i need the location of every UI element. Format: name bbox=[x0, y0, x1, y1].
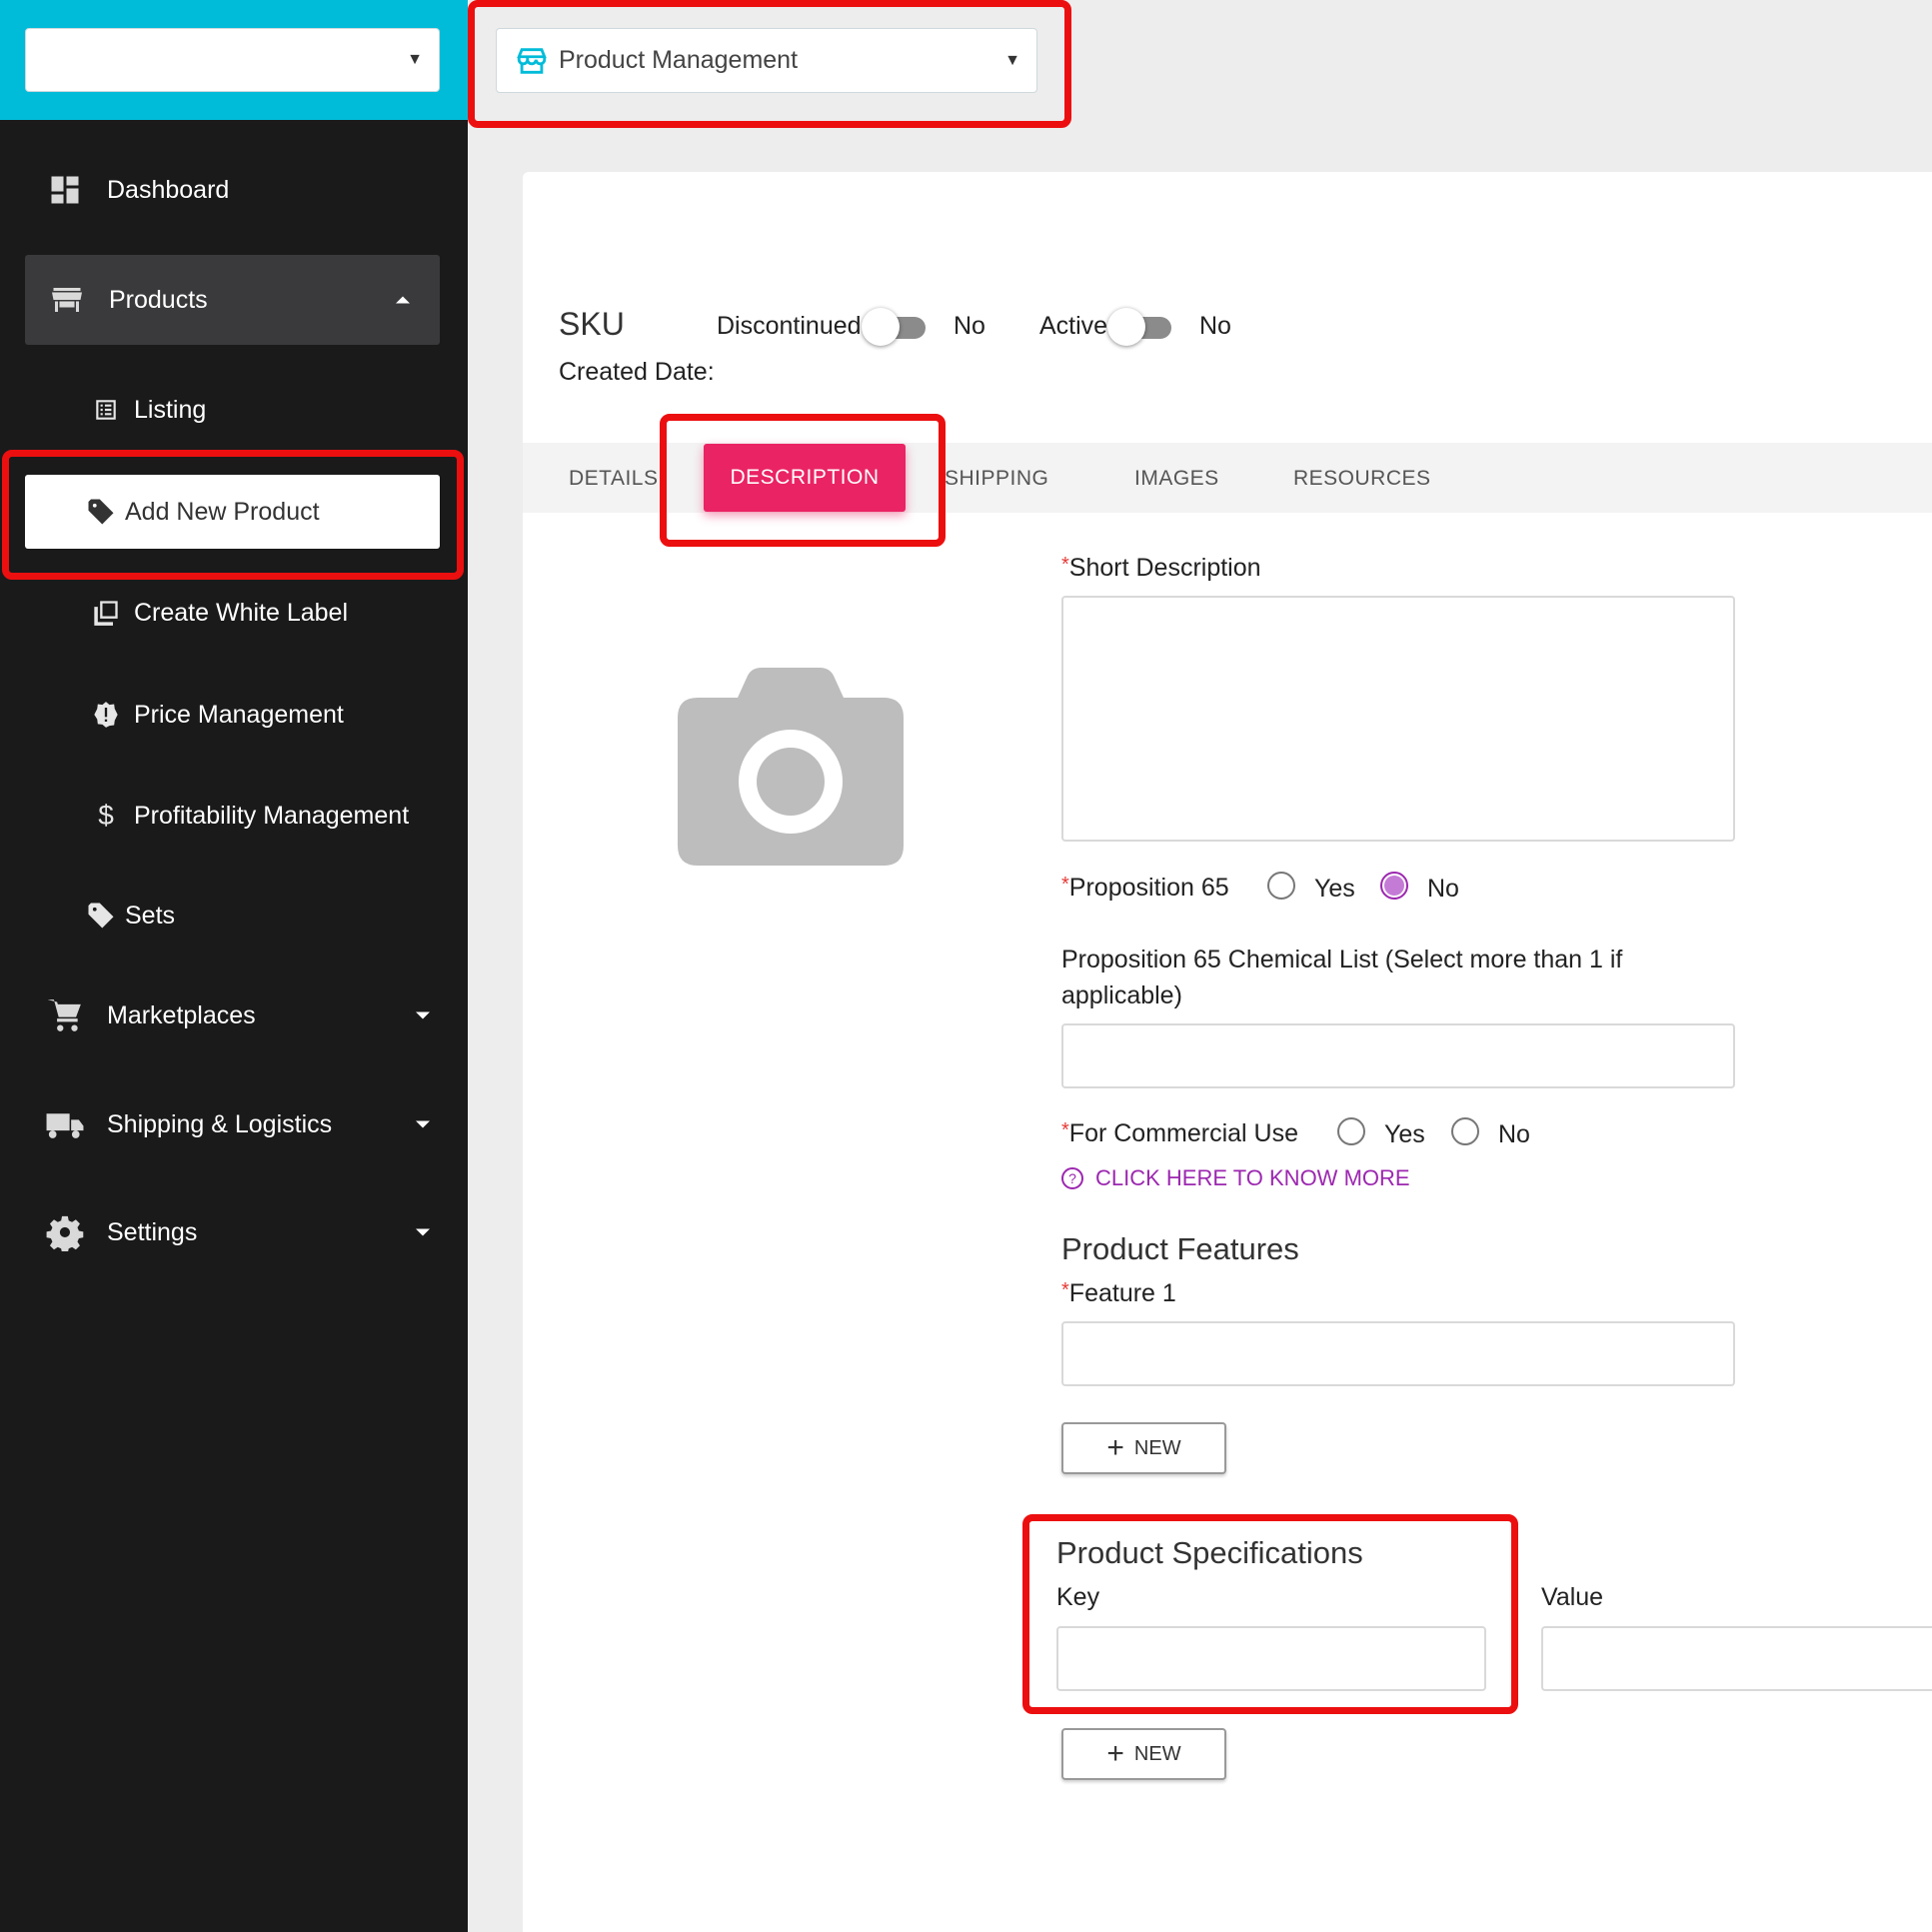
plus-icon: + bbox=[1106, 1431, 1124, 1464]
sidebar-item-label: Create White Label bbox=[134, 598, 349, 627]
sidebar-header: ▼ bbox=[0, 0, 468, 120]
caret-down-icon bbox=[416, 1011, 430, 1019]
chemical-list-label-line2: applicable) bbox=[1061, 981, 1182, 1009]
tag-icon bbox=[85, 900, 117, 932]
sidebar-item-marketplaces[interactable]: Marketplaces bbox=[45, 995, 440, 1035]
sidebar-item-label: Listing bbox=[134, 395, 207, 424]
spec-key-input[interactable] bbox=[1056, 1626, 1486, 1691]
toggle-knob bbox=[1107, 308, 1145, 346]
caret-down-icon: ▼ bbox=[407, 51, 423, 68]
active-label: Active bbox=[1039, 312, 1108, 340]
discontinued-toggle[interactable] bbox=[862, 308, 926, 346]
store-select[interactable]: ▼ bbox=[25, 28, 440, 92]
sidebar-item-label: Dashboard bbox=[107, 175, 230, 204]
sidebar-item-label: Sets bbox=[125, 901, 176, 930]
sidebar: ▼ Dashboard Products Listing Add New Pro… bbox=[0, 0, 468, 1932]
alert-badge-icon bbox=[90, 699, 122, 731]
sidebar-item-label: Products bbox=[109, 285, 208, 314]
dashboard-icon bbox=[45, 170, 85, 210]
sidebar-item-create-white-label[interactable]: Create White Label bbox=[90, 595, 348, 631]
caret-down-icon bbox=[416, 1228, 430, 1236]
prop65-yes-radio[interactable] bbox=[1267, 872, 1295, 900]
prop65-yes-label: Yes bbox=[1314, 875, 1355, 903]
gear-icon bbox=[45, 1212, 85, 1252]
store-icon bbox=[47, 280, 87, 320]
tab-description[interactable]: DESCRIPTION bbox=[704, 444, 906, 512]
tab-details[interactable]: DETAILS bbox=[569, 467, 658, 491]
created-date-label: Created Date: bbox=[559, 358, 715, 386]
plus-icon: + bbox=[1106, 1737, 1124, 1770]
sidebar-item-price-management[interactable]: Price Management bbox=[90, 697, 344, 733]
discontinued-label: Discontinued bbox=[717, 312, 862, 340]
sidebar-item-label: Add New Product bbox=[125, 497, 320, 526]
sidebar-item-add-new-product[interactable]: Add New Product bbox=[25, 475, 440, 549]
module-select-value: Product Management bbox=[559, 46, 799, 74]
commercial-no-label: No bbox=[1498, 1120, 1530, 1148]
spec-key-label: Key bbox=[1056, 1583, 1100, 1611]
storefront-icon bbox=[515, 44, 549, 78]
sku-label: SKU bbox=[559, 306, 625, 342]
sidebar-item-label: Marketplaces bbox=[107, 1000, 256, 1029]
commercial-yes-label: Yes bbox=[1384, 1120, 1425, 1148]
sidebar-item-products[interactable]: Products bbox=[25, 255, 440, 345]
caret-down-icon bbox=[416, 1120, 430, 1128]
product-features-title: Product Features bbox=[1061, 1231, 1299, 1266]
know-more-link[interactable]: ? CLICK HERE TO KNOW MORE bbox=[1061, 1165, 1410, 1191]
discontinued-value: No bbox=[954, 312, 985, 340]
prop65-label: *Proposition 65 bbox=[1061, 874, 1229, 902]
camera-icon[interactable] bbox=[678, 668, 904, 871]
tab-images[interactable]: IMAGES bbox=[1134, 467, 1219, 491]
spec-value-label: Value bbox=[1541, 1583, 1604, 1611]
prop65-no-radio[interactable] bbox=[1380, 872, 1408, 900]
sidebar-item-label: Price Management bbox=[134, 700, 344, 729]
chemical-list-label-line1: Proposition 65 Chemical List (Select mor… bbox=[1061, 946, 1623, 973]
sidebar-item-profitability-management[interactable]: $ Profitability Management bbox=[90, 798, 409, 834]
sidebar-item-label: Profitability Management bbox=[134, 801, 410, 830]
caret-up-icon bbox=[396, 296, 410, 304]
module-select[interactable]: Product Management ▼ bbox=[496, 28, 1037, 93]
active-toggle[interactable] bbox=[1107, 308, 1171, 346]
copy-icon bbox=[90, 597, 122, 629]
sidebar-item-listing[interactable]: Listing bbox=[90, 392, 206, 428]
product-specifications-title: Product Specifications bbox=[1056, 1535, 1363, 1570]
active-value: No bbox=[1199, 312, 1231, 340]
add-feature-button[interactable]: + NEW bbox=[1061, 1422, 1226, 1474]
sidebar-item-dashboard[interactable]: Dashboard bbox=[45, 170, 229, 210]
list-icon bbox=[90, 394, 122, 426]
commercial-no-radio[interactable] bbox=[1451, 1117, 1479, 1145]
tab-shipping[interactable]: SHIPPING bbox=[945, 467, 1048, 491]
sidebar-item-settings[interactable]: Settings bbox=[45, 1212, 440, 1252]
short-description-textarea[interactable] bbox=[1061, 596, 1735, 842]
feature1-input[interactable] bbox=[1061, 1321, 1735, 1386]
sidebar-item-label: Settings bbox=[107, 1217, 198, 1246]
sidebar-item-label: Shipping & Logistics bbox=[107, 1109, 333, 1138]
spec-value-input[interactable] bbox=[1541, 1626, 1932, 1691]
toggle-knob bbox=[862, 308, 900, 346]
question-icon: ? bbox=[1061, 1167, 1083, 1189]
commercial-yes-radio[interactable] bbox=[1337, 1117, 1365, 1145]
sidebar-item-sets[interactable]: Sets bbox=[85, 898, 175, 934]
tag-icon bbox=[85, 496, 117, 528]
add-specification-button[interactable]: + NEW bbox=[1061, 1728, 1226, 1780]
chemical-list-select[interactable] bbox=[1061, 1023, 1735, 1088]
caret-down-icon: ▼ bbox=[1004, 51, 1020, 69]
tab-resources[interactable]: RESOURCES bbox=[1293, 467, 1431, 491]
truck-icon bbox=[45, 1104, 85, 1144]
cart-icon bbox=[45, 995, 85, 1035]
prop65-no-label: No bbox=[1427, 875, 1459, 903]
commercial-use-label: *For Commercial Use bbox=[1061, 1119, 1298, 1147]
short-description-label: *Short Description bbox=[1061, 554, 1261, 582]
feature1-label: *Feature 1 bbox=[1061, 1279, 1176, 1307]
dollar-icon: $ bbox=[98, 800, 114, 831]
sidebar-item-shipping-logistics[interactable]: Shipping & Logistics bbox=[45, 1104, 440, 1144]
